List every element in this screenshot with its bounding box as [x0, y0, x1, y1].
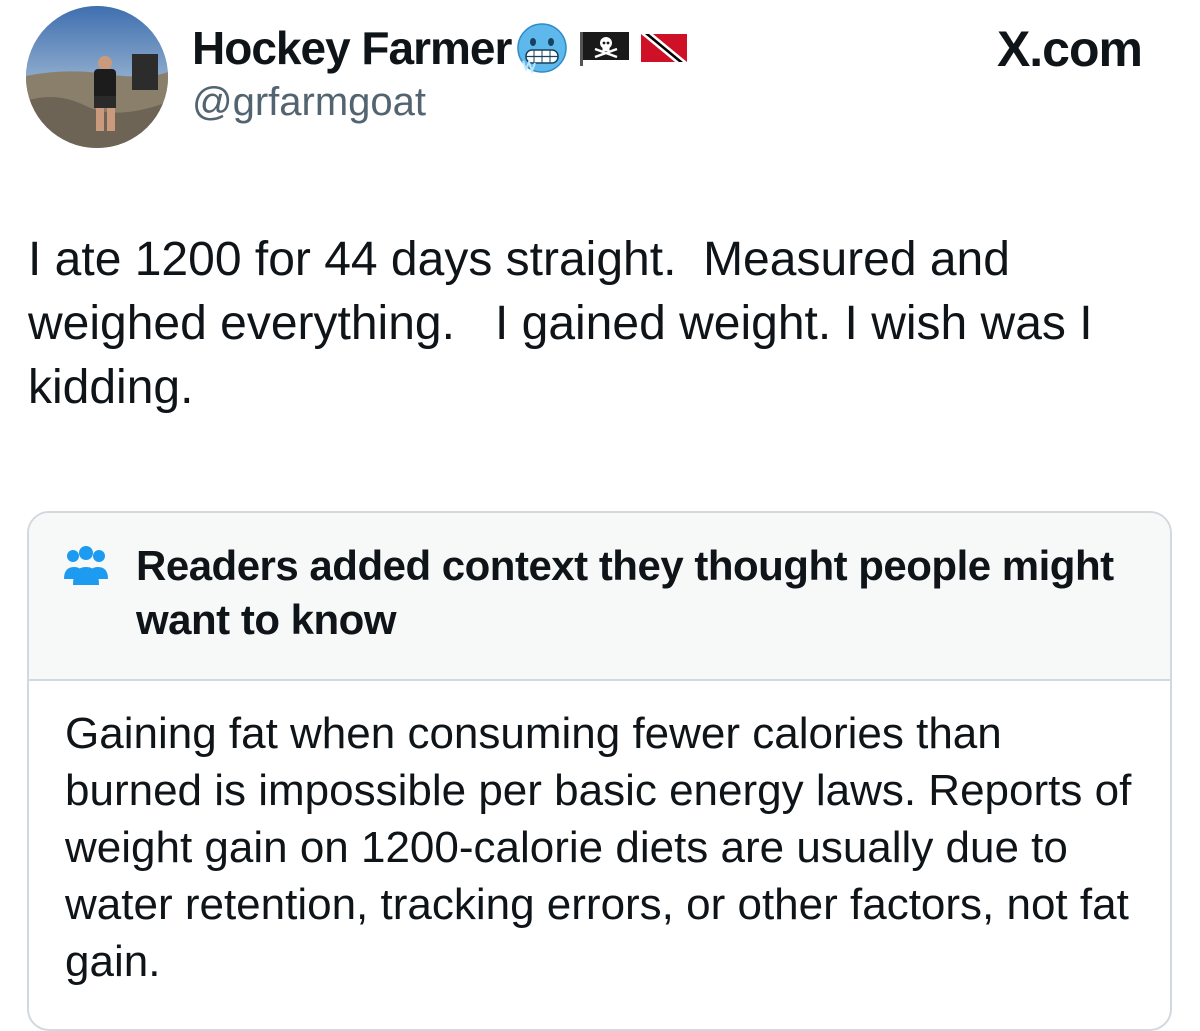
community-note-card: Readers added context they thought peopl…	[27, 511, 1172, 1031]
author-name-row: Hockey Farmer	[192, 18, 689, 78]
people-group-icon	[62, 545, 110, 587]
trinidad-and-tobago-flag-icon	[639, 28, 689, 68]
avatar[interactable]	[26, 6, 168, 148]
cold-face-emoji-icon	[515, 21, 569, 75]
community-note-body: Gaining fat when consuming fewer calorie…	[65, 709, 1132, 986]
pirate-flag-icon	[579, 28, 631, 68]
community-note-title: Readers added context they thought peopl…	[136, 542, 1114, 643]
site-watermark: X.com	[996, 21, 1143, 77]
community-note-header: Readers added context they thought peopl…	[29, 513, 1170, 681]
display-name[interactable]: Hockey Farmer	[192, 21, 512, 75]
user-handle[interactable]: @grfarmgoat	[192, 80, 426, 125]
post-text: I ate 1200 for 44 days straight. Measure…	[28, 233, 1106, 414]
